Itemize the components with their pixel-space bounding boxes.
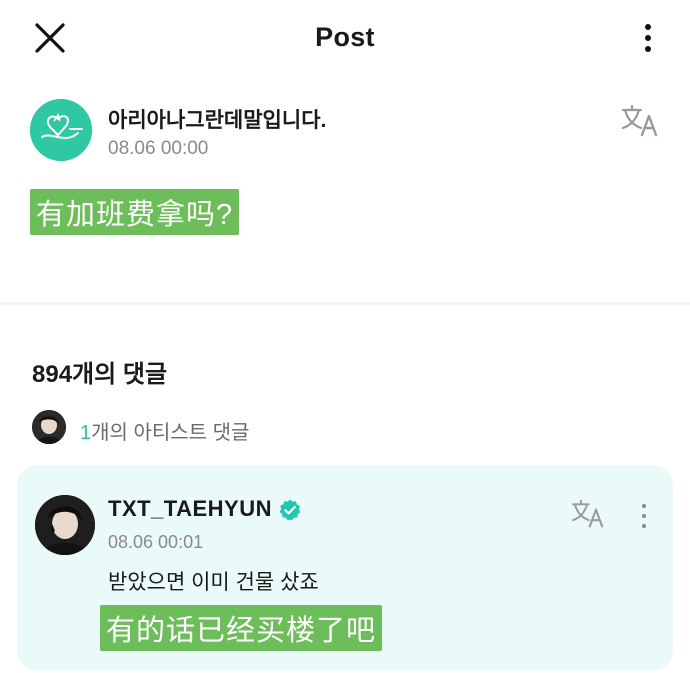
comment-timestamp: 08.06 00:01 — [108, 532, 204, 552]
comment-count: 894개의 댓글 — [32, 361, 168, 388]
comment-text: 받았으면 이미 건물 샀죠 — [108, 571, 319, 594]
artist-name[interactable]: TXT_TAEHYUN — [108, 496, 272, 522]
post-timestamp: 08.06 00:00 — [108, 138, 209, 159]
translate-icon — [572, 499, 604, 528]
translate-icon — [621, 104, 658, 137]
more-options-button[interactable] — [636, 20, 660, 56]
top-bar: Post — [0, 0, 690, 76]
page-title: Post — [315, 22, 375, 52]
artist-comment-number: 1 — [80, 422, 92, 444]
verified-badge-icon — [279, 499, 301, 521]
comment-translate-button[interactable] — [570, 499, 606, 529]
artist-photo-icon — [32, 410, 66, 444]
artist-avatar-photo — [35, 495, 95, 555]
avatar-logo-icon — [30, 99, 92, 161]
post-translation-text: 有加班费拿吗? — [30, 189, 240, 235]
comment-more-button[interactable] — [637, 501, 651, 531]
artist-comment-card: TXT_TAEHYUN 08.06 00:01 받았으면 이미 건물 샀죠 有的… — [17, 465, 673, 671]
section-divider — [0, 302, 690, 305]
artist-thumbnail — [32, 410, 66, 444]
artist-comment-count: 1개의 아티스트 댓글 — [80, 416, 249, 445]
artist-avatar[interactable] — [35, 495, 95, 555]
avatar[interactable] — [30, 99, 92, 161]
artist-comment-label: 개의 아티스트 댓글 — [91, 422, 250, 444]
post-author-name[interactable]: 아리아나그란데말입니다. — [108, 104, 326, 134]
comment-translation-text: 有的话已经买楼了吧 — [100, 605, 383, 651]
post-translate-button[interactable] — [620, 104, 660, 138]
